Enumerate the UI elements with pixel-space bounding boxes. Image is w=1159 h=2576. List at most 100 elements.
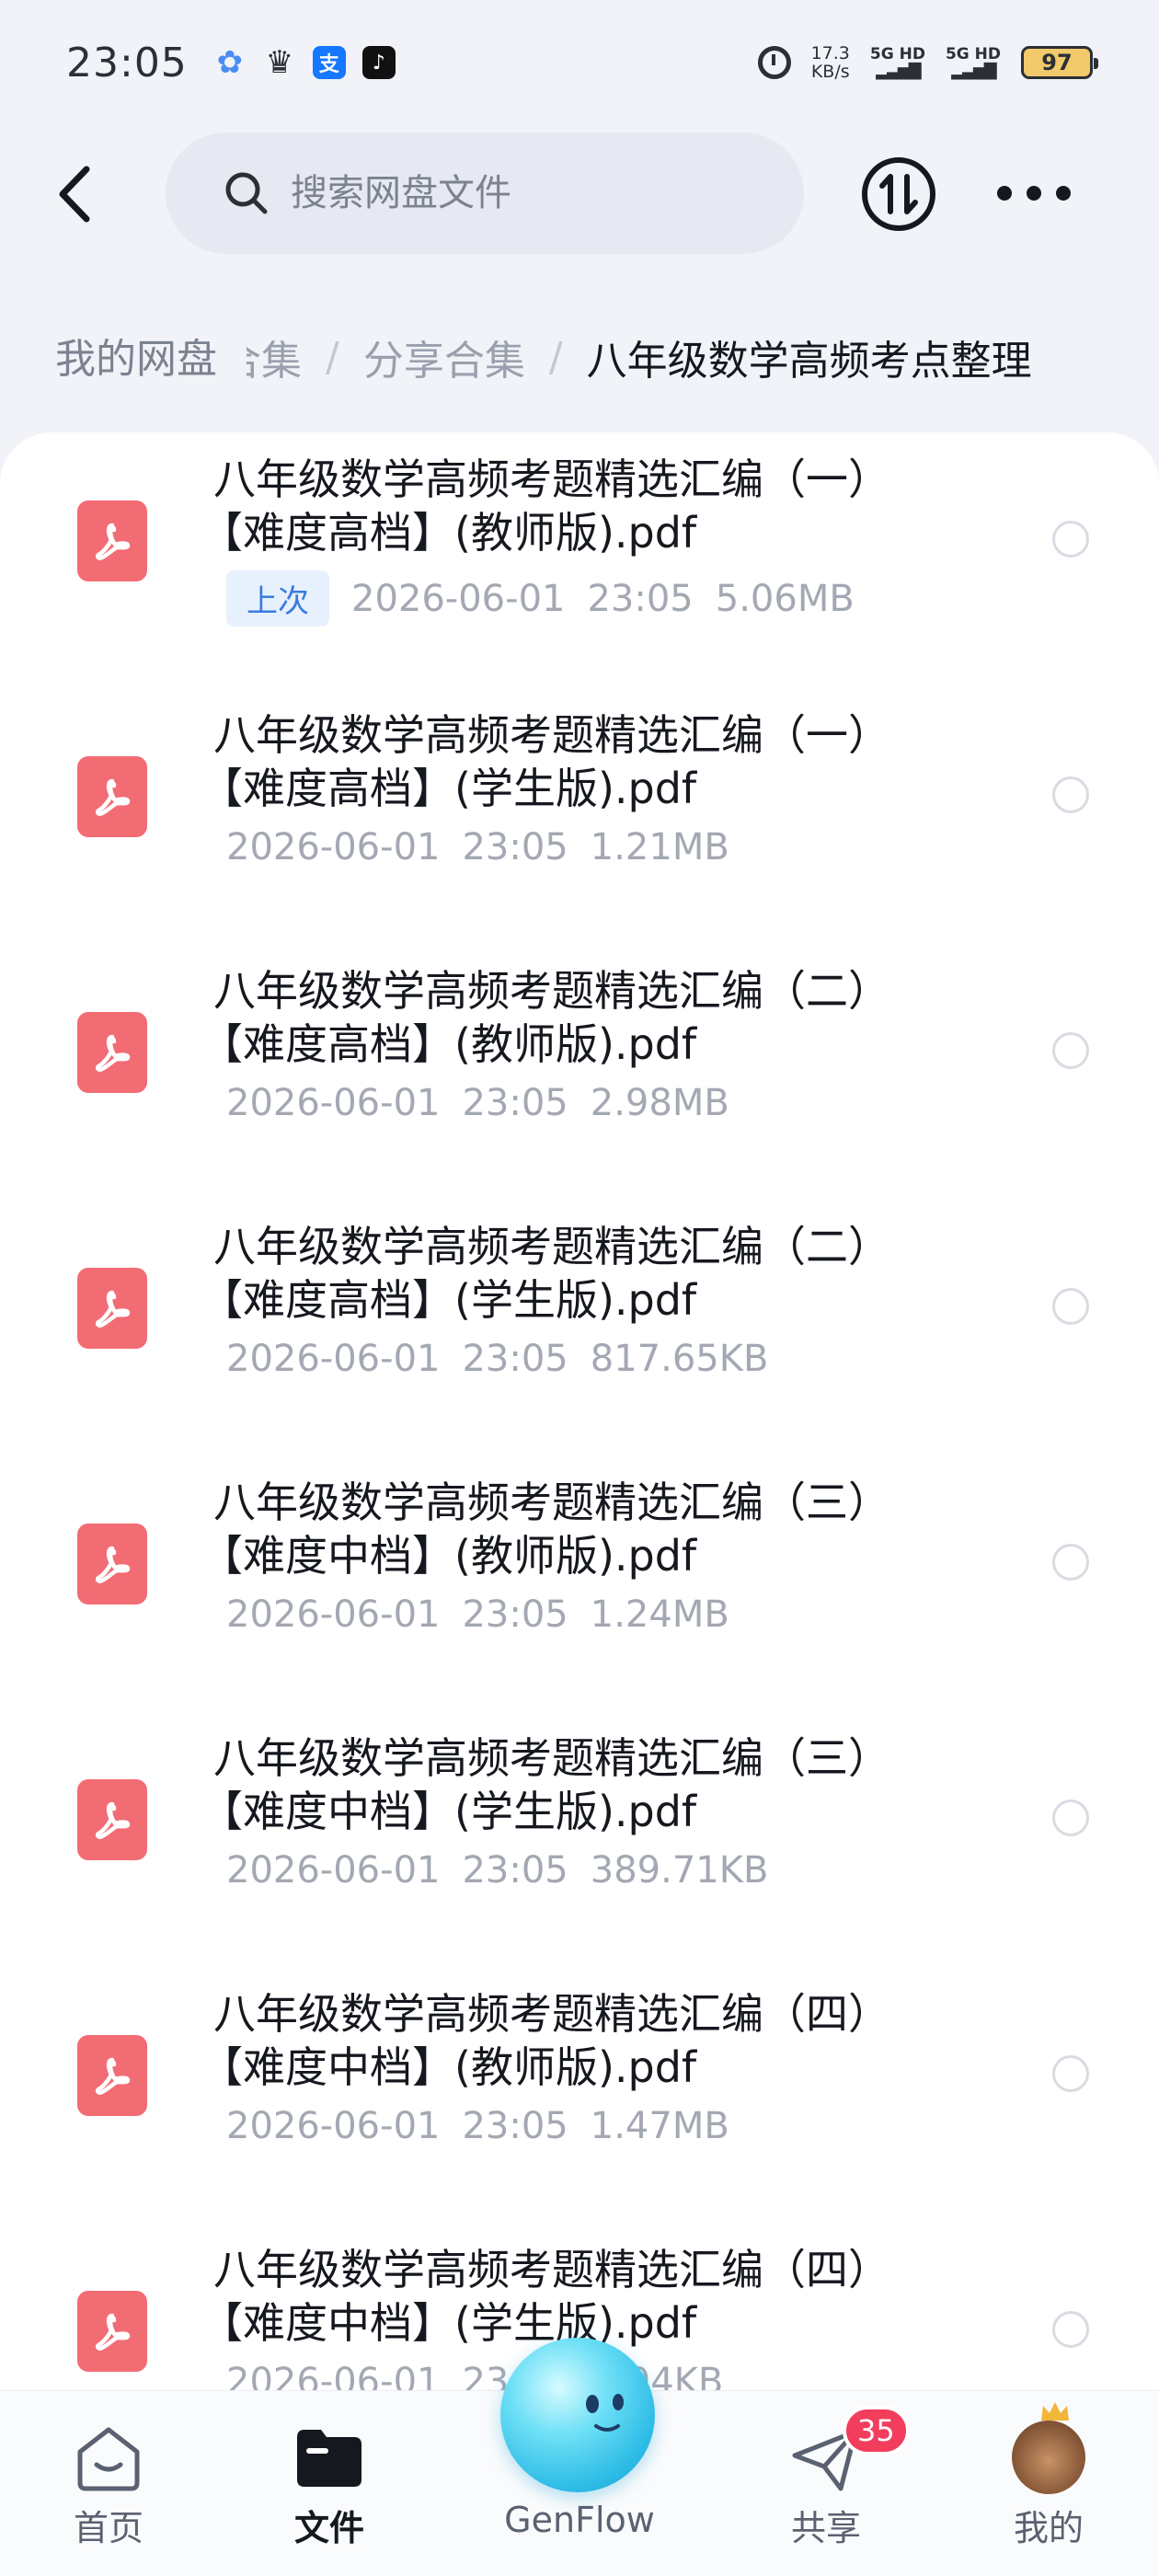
select-radio[interactable] — [1052, 1288, 1089, 1325]
breadcrumb-home[interactable]: 我的网盘 — [26, 316, 247, 394]
search-input[interactable] — [291, 172, 751, 214]
folder-icon — [297, 2430, 361, 2487]
file-time: 23:05 — [462, 1849, 568, 1892]
file-name: 八年级数学高频考题精选汇编（四） 【难度中档】(教师版).pdf — [201, 1989, 890, 2092]
file-size: 1.47MB — [590, 2105, 729, 2147]
tab-label: 首页 — [73, 2508, 143, 2548]
file-meta: 2026-06-01 23:05 1.47MB — [226, 2105, 729, 2147]
file-meta: 2026-06-01 23:05 2.98MB — [226, 1082, 729, 1124]
status-indicators: 17.3 KB/s 5G HD ▂▃▅▇ 5G HD ▂▃▅▇ 97 — [757, 44, 1098, 81]
breadcrumb: 我的网盘 合集 / 分享合集 / 八年级数学高频考点整理 — [0, 313, 1159, 401]
file-size: 1.21MB — [590, 826, 729, 868]
dot-icon — [997, 186, 1012, 201]
crown-icon — [1041, 2402, 1069, 2421]
file-name: 八年级数学高频考题精选汇编（三） 【难度中档】(教师版).pdf — [201, 1478, 890, 1581]
more-options-button[interactable] — [997, 166, 1071, 221]
status-app-icons: ✿ ♛ 支 ♪ — [213, 44, 396, 81]
file-size: 389.71KB — [590, 1849, 769, 1892]
signal-bars-icon: ▂▃▅▇ — [876, 61, 921, 80]
select-radio[interactable] — [1052, 1800, 1089, 1836]
transfer-button[interactable] — [859, 155, 938, 234]
select-radio[interactable] — [1052, 776, 1089, 813]
file-name: 八年级数学高频考题精选汇编（四） 【难度中档】(学生版).pdf — [201, 2245, 890, 2348]
dot-icon — [1056, 186, 1071, 201]
status-time: 23:05 — [66, 39, 188, 86]
battery-indicator: 97 — [1021, 46, 1098, 79]
genflow-orb-button[interactable] — [500, 2338, 655, 2492]
file-name: 八年级数学高频考题精选汇编（二） 【难度高档】(学生版).pdf — [201, 1222, 890, 1325]
select-radio[interactable] — [1052, 2055, 1089, 2092]
file-time: 23:05 — [462, 2105, 568, 2147]
file-date: 2026-06-01 — [226, 1082, 441, 1124]
tab-label: 我的 — [1013, 2508, 1084, 2548]
file-row[interactable]: 八年级数学高频考题精选汇编（三） 【难度中档】(教师版).pdf 2026-06-0… — [0, 1455, 1159, 1711]
baidu-pan-icon: ✿ — [216, 44, 244, 81]
file-row[interactable]: 八年级数学高频考题精选汇编（二） 【难度高档】(学生版).pdf 2026-06-0… — [0, 1200, 1159, 1455]
file-list: 八年级数学高频考题精选汇编（一） 【难度高档】(教师版).pdf 上次 2026-06… — [0, 432, 1159, 2576]
pdf-file-icon — [77, 2291, 147, 2372]
chevron-left-icon — [59, 166, 90, 223]
file-row[interactable]: 八年级数学高频考题精选汇编（二） 【难度高档】(教师版).pdf 2026-06-0… — [0, 944, 1159, 1200]
tab-home[interactable]: 首页 — [17, 2391, 201, 2576]
file-size: 1.24MB — [590, 1593, 729, 1636]
tiktok-icon: ♪ — [361, 46, 396, 79]
top-nav — [0, 125, 1159, 263]
select-radio[interactable] — [1052, 521, 1089, 558]
bottom-tab-bar: 首页 文件 GenFlow 共享 35 我的 — [0, 2338, 1159, 2576]
signal-1: 5G HD ▂▃▅▇ — [869, 45, 925, 80]
file-date: 2026-06-01 — [351, 577, 566, 620]
file-meta: 2026-06-01 23:05 1.24MB — [226, 1593, 729, 1636]
file-time: 23:05 — [462, 826, 568, 868]
signal-bars-icon: ▂▃▅▇ — [951, 61, 996, 80]
file-row[interactable]: 八年级数学高频考题精选汇编（三） 【难度中档】(学生版).pdf 2026-06-0… — [0, 1711, 1159, 1967]
file-date: 2026-06-01 — [226, 1593, 441, 1636]
home-icon — [77, 2427, 140, 2491]
alipay-icon: 支 — [312, 46, 346, 79]
file-size: 5.06MB — [715, 577, 855, 620]
file-meta: 上次 2026-06-01 23:05 5.06MB — [226, 570, 855, 627]
file-row[interactable]: 八年级数学高频考题精选汇编（一） 【难度高档】(学生版).pdf 2026-06-0… — [0, 688, 1159, 944]
dot-icon — [1027, 186, 1041, 201]
tab-files[interactable]: 文件 — [237, 2391, 421, 2576]
file-name: 八年级数学高频考题精选汇编（一） 【难度高档】(教师版).pdf — [201, 454, 890, 558]
avatar — [1012, 2421, 1085, 2494]
file-name: 八年级数学高频考题精选汇编（二） 【难度高档】(教师版).pdf — [201, 966, 890, 1069]
pdf-file-icon — [77, 756, 147, 837]
search-bar[interactable] — [166, 132, 804, 254]
breadcrumb-item[interactable]: 分享合集 — [363, 328, 525, 386]
file-meta: 2026-06-01 23:05 817.65KB — [226, 1338, 768, 1380]
share-notification-badge: 35 — [843, 2406, 910, 2455]
tab-label: 共享 — [790, 2508, 861, 2548]
alarm-icon — [757, 46, 791, 79]
select-radio[interactable] — [1052, 1032, 1089, 1069]
genflow-face-icon — [586, 2394, 624, 2432]
back-button[interactable] — [46, 162, 110, 226]
file-time: 23:05 — [462, 1338, 568, 1380]
breadcrumb-separator: / — [326, 333, 339, 381]
breadcrumb-trail: 合集 / 分享合集 / 八年级数学高频考点整理 — [221, 313, 1032, 401]
file-time: 23:05 — [462, 1593, 568, 1636]
pdf-file-icon — [77, 1268, 147, 1349]
pdf-file-icon — [77, 1012, 147, 1093]
status-bar: 23:05 ✿ ♛ 支 ♪ 17.3 KB/s 5G HD ▂▃▅▇ 5G HD ▂▃… — [0, 0, 1159, 125]
transfer-icon — [862, 157, 935, 231]
file-date: 2026-06-01 — [226, 1849, 441, 1892]
tab-label: GenFlow — [504, 2500, 655, 2540]
file-name: 八年级数学高频考题精选汇编（三） 【难度中档】(学生版).pdf — [201, 1733, 890, 1836]
file-date: 2026-06-01 — [226, 1338, 441, 1380]
file-name: 八年级数学高频考题精选汇编（一） 【难度高档】(学生版).pdf — [201, 710, 890, 813]
file-row[interactable]: 八年级数学高频考题精选汇编（四） 【难度中档】(教师版).pdf 2026-06-0… — [0, 1967, 1159, 2223]
crown-app-icon: ♛ — [265, 44, 294, 81]
select-radio[interactable] — [1052, 1544, 1089, 1581]
pdf-file-icon — [77, 2035, 147, 2116]
signal-2: 5G HD ▂▃▅▇ — [945, 45, 1001, 80]
file-row[interactable]: 八年级数学高频考题精选汇编（一） 【难度高档】(教师版).pdf 上次 2026-06… — [0, 432, 1159, 688]
tab-label: 文件 — [293, 2508, 364, 2548]
file-size: 817.65KB — [590, 1338, 769, 1380]
file-time: 23:05 — [462, 1082, 568, 1124]
select-radio[interactable] — [1052, 2311, 1089, 2348]
file-date: 2026-06-01 — [226, 2105, 441, 2147]
breadcrumb-current: 八年级数学高频考点整理 — [586, 338, 1032, 385]
file-size: 2.98MB — [590, 1082, 729, 1124]
file-date: 2026-06-01 — [226, 826, 441, 868]
